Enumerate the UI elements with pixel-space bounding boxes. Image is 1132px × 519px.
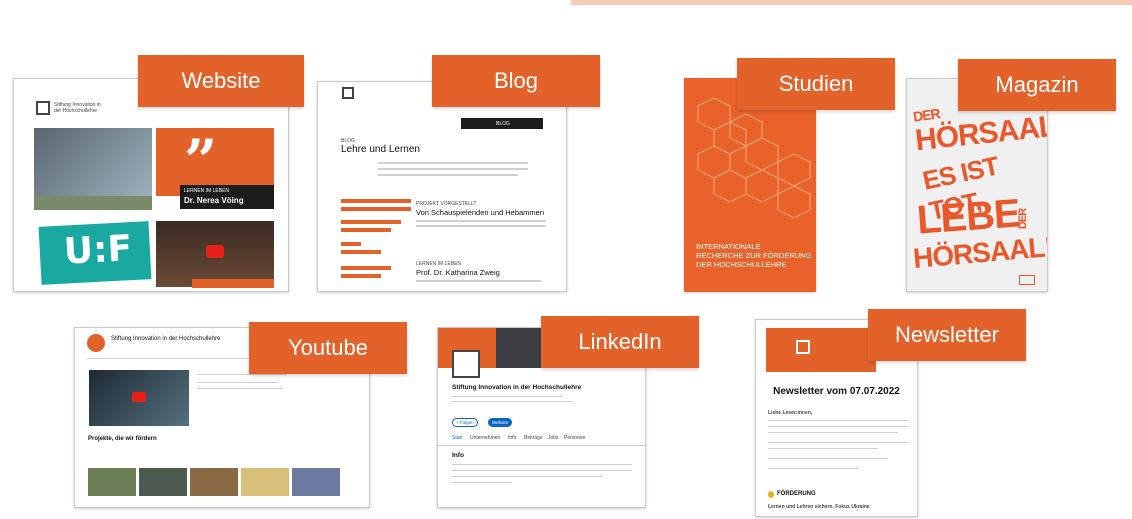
website-video-tile (156, 221, 274, 287)
blog-filter-5[interactable] (341, 242, 361, 246)
website-hero-caption (34, 196, 152, 210)
newsletter-header (766, 328, 876, 372)
magazin-logo (1019, 275, 1035, 285)
tab-unternehmen[interactable]: Unternehmen (470, 435, 500, 441)
video-thumb[interactable] (190, 468, 238, 496)
youtube-section-title: Projekte, die wir fördern (88, 436, 157, 442)
blog-filter-1[interactable] (341, 199, 411, 203)
blog-post2-kicker: LERNEN IM LEBEN (416, 261, 462, 267)
quote-caption-label: LERNEN IM LEBEN (184, 188, 230, 194)
blog-header-bar: BLOG (461, 118, 543, 129)
website-hero-image (34, 128, 152, 196)
play-icon[interactable] (206, 245, 224, 258)
label-linkedin: LinkedIn (541, 316, 699, 368)
youtube-channel-avatar (87, 334, 105, 352)
blog-logo (342, 87, 354, 99)
newsletter-section-title: FÖRDERUNG (777, 491, 816, 497)
tab-jobs[interactable]: Jobs (548, 435, 559, 441)
quote-marks-icon: ” (184, 127, 218, 195)
blog-bar-label: BLOG (496, 121, 510, 127)
tab-beitraege[interactable]: Beiträge (524, 435, 543, 441)
blog-filter-2[interactable] (341, 207, 411, 211)
newsletter-subline: Lernen und Lehren sichern. Fokus Ukraine (768, 504, 870, 510)
youtube-video-row (88, 468, 340, 496)
blog-filter-6[interactable] (341, 250, 381, 254)
label-magazin: Magazin (958, 59, 1116, 111)
newsletter-logo (796, 340, 810, 354)
magazin-word-der-2: DER (1017, 208, 1030, 230)
video-thumb[interactable] (292, 468, 340, 496)
youtube-featured-video[interactable] (89, 370, 189, 426)
website-screenshot[interactable]: Stiftung Innovation in der Hochschullehr… (13, 78, 289, 292)
linkedin-info-heading: Info (452, 452, 464, 459)
blog-post1-kicker: PROJEKT VORGESTELLT (416, 201, 477, 207)
blog-heading: Lehre und Lernen (341, 144, 420, 155)
studien-cover-text: INTERNATIONALE RECHERCHE ZUR FÖRDERUNG D… (696, 242, 812, 269)
blog-filter-8[interactable] (341, 274, 381, 278)
blog-screenshot[interactable]: BLOG BLOG Lehre und Lernen PROJEKT VORGE… (317, 81, 567, 292)
tab-info[interactable]: Info (508, 435, 516, 441)
tab-personen[interactable]: Personen (564, 435, 585, 441)
linkedin-website-button[interactable]: Website (488, 418, 513, 427)
linkedin-follow-button[interactable]: + Folgen (452, 418, 478, 427)
linkedin-tabs: Start Unternehmen Info Beiträge Jobs Per… (452, 434, 632, 442)
linkedin-page-name: Stiftung Innovation in der Hochschullehr… (452, 384, 582, 391)
newsletter-greeting: Liebe Leser:innen, (768, 410, 813, 416)
website-org-name: Stiftung Innovation in der Hochschullehr… (54, 102, 101, 114)
video-thumb[interactable] (139, 468, 187, 496)
video-play-icon[interactable] (132, 392, 146, 402)
blog-post2-title[interactable]: Prof. Dr. Katharina Zweig (416, 268, 500, 277)
blog-post1-title[interactable]: Von Schauspielenden und Hebammen (416, 208, 544, 217)
studien-cover[interactable]: INTERNATIONALE RECHERCHE ZUR FÖRDERUNG D… (684, 78, 816, 292)
label-studien: Studien (737, 58, 895, 110)
quote-name: Dr. Nerea Vöing (184, 196, 244, 205)
lightbulb-icon (768, 491, 774, 498)
video-thumb[interactable] (88, 468, 136, 496)
label-newsletter: Newsletter (868, 309, 1026, 361)
youtube-channel-name: Stiftung Innovation in der Hochschullehr… (111, 336, 221, 342)
linkedin-logo (452, 350, 480, 378)
blog-filter-4[interactable] (341, 228, 391, 232)
website-video-caption (192, 279, 274, 288)
blog-filter-7[interactable] (341, 266, 391, 270)
website-quote-caption: LERNEN IM LEBEN Dr. Nerea Vöing (180, 185, 274, 209)
top-accent-bar (571, 0, 1132, 5)
website-logo (36, 101, 50, 115)
video-thumb[interactable] (241, 468, 289, 496)
website-uf-tile: U:F (38, 221, 152, 285)
label-youtube: Youtube (249, 322, 407, 374)
label-blog: Blog (432, 55, 600, 107)
newsletter-title: Newsletter vom 07.07.2022 (773, 386, 900, 397)
blog-filter-3[interactable] (341, 220, 401, 224)
tab-start[interactable]: Start (452, 435, 463, 441)
label-website: Website (138, 55, 304, 107)
